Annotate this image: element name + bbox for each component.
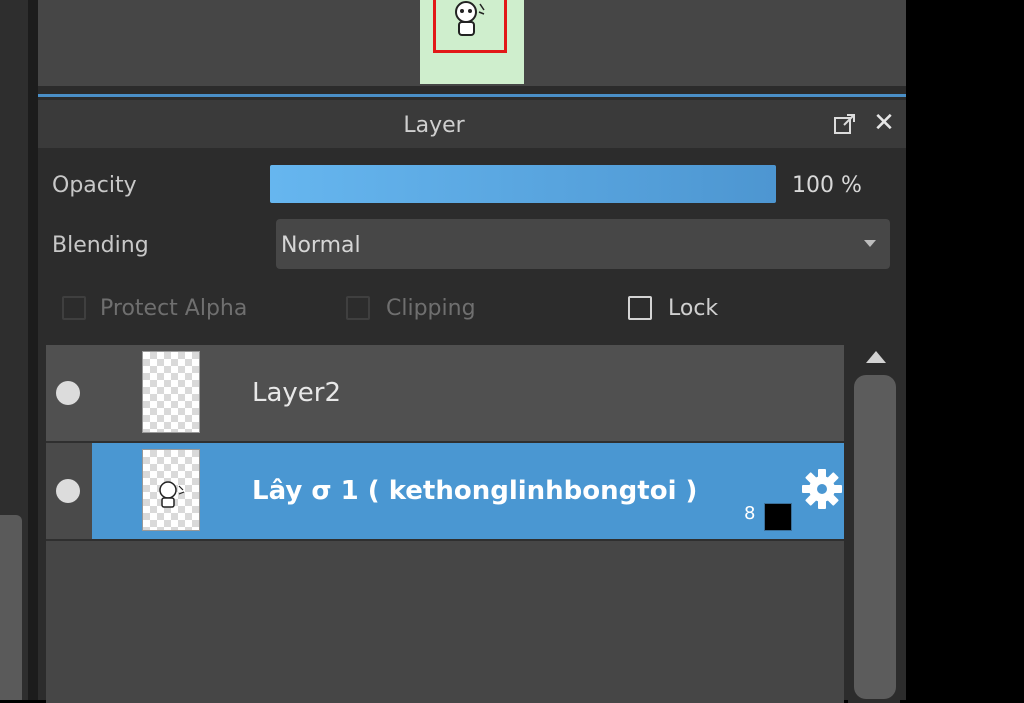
- protect-alpha-label: Protect Alpha: [100, 296, 248, 321]
- navigator-view-rect[interactable]: [433, 0, 507, 53]
- opacity-value: 100 %: [792, 173, 862, 198]
- layer-thumbnail: [142, 351, 200, 433]
- layer-thumbnail: [142, 449, 200, 531]
- row-divider: [46, 539, 844, 541]
- layer-name[interactable]: Layer2: [252, 378, 341, 408]
- layer-list-scrollbar[interactable]: [848, 345, 900, 703]
- blending-label: Blending: [52, 233, 149, 258]
- gear-icon[interactable]: [798, 465, 846, 513]
- panel-separator[interactable]: [38, 86, 906, 94]
- visibility-toggle[interactable]: [56, 479, 80, 503]
- visibility-toggle[interactable]: [56, 381, 80, 405]
- layer-panel: Layer ✕ Opacity 100 % Blending Normal Pr…: [38, 94, 906, 703]
- left-dock-handle[interactable]: [0, 515, 22, 700]
- opacity-label: Opacity: [52, 173, 137, 198]
- layer-badge: 8: [744, 503, 756, 524]
- blending-select[interactable]: Normal: [276, 219, 890, 269]
- layer-row-selected[interactable]: Lây σ 1 ( kethonglinhbongtoi ) 8: [46, 443, 844, 539]
- panel-title: Layer: [403, 113, 465, 138]
- clipping-label: Clipping: [386, 296, 476, 321]
- triangle-up-icon[interactable]: [866, 351, 886, 363]
- layer-doodle-image: [159, 481, 185, 508]
- popout-icon[interactable]: [833, 112, 857, 136]
- blending-value: Normal: [281, 233, 361, 258]
- opacity-slider[interactable]: [270, 165, 776, 203]
- layer-name[interactable]: Lây σ 1 ( kethonglinhbongtoi ): [252, 476, 697, 506]
- layer-list: Layer2 Lây σ 1 ( kethonglinhbongtoi ) 8: [46, 345, 844, 703]
- lock-checkbox[interactable]: [628, 296, 652, 320]
- layer-row-layer2[interactable]: Layer2: [46, 345, 844, 441]
- protect-alpha-checkbox[interactable]: [62, 296, 86, 320]
- layer-color-swatch[interactable]: [764, 503, 792, 531]
- lock-label: Lock: [668, 296, 719, 321]
- scrollbar-thumb[interactable]: [854, 375, 896, 699]
- close-icon[interactable]: ✕: [871, 110, 897, 136]
- layer-panel-header: Layer ✕: [38, 100, 906, 148]
- chevron-down-icon: [864, 240, 876, 247]
- left-dock-edge: [28, 0, 38, 700]
- clipping-checkbox[interactable]: [346, 296, 370, 320]
